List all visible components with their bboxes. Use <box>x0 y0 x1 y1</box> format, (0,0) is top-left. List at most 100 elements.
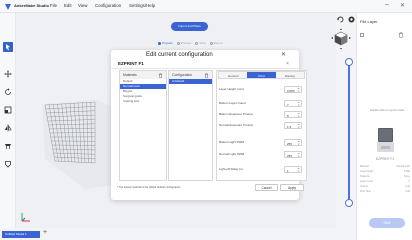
step-label: Preview <box>180 41 192 45</box>
parameter-spinbox[interactable]: 255 ▲ ▼ <box>284 139 302 146</box>
minimize-icon[interactable]: – <box>385 1 389 8</box>
spin-arrows-icon[interactable]: ▲ ▼ <box>298 152 300 158</box>
delete-configuration-icon[interactable] <box>204 72 209 78</box>
materials-items: Default Normal resin Binghe Surgical guide C… <box>120 79 166 104</box>
layer-slider-bottom-handle[interactable] <box>345 199 353 207</box>
step-dot-icon <box>195 41 199 45</box>
layer-slider-top-handle[interactable] <box>345 58 353 66</box>
parameter-value: 1 <box>287 168 289 173</box>
info-value: 0:00 <box>405 190 410 193</box>
spin-arrows-icon[interactable]: ▲ ▼ <box>298 123 300 129</box>
dialog-close-icon[interactable]: ✕ <box>281 51 286 58</box>
rotate-tool-icon[interactable] <box>4 88 12 96</box>
delete-material-icon[interactable] <box>158 72 163 78</box>
dialog-title: Edit current configuration <box>146 52 213 58</box>
parameter-label: Normal Exposure Time(s) <box>219 123 254 127</box>
step-item[interactable]: Preview <box>176 40 192 46</box>
parameter-row: Normal Light PWM 255 ▲ ▼ <box>219 151 302 159</box>
step-dot-icon <box>209 41 213 45</box>
step-label: Export <box>213 41 223 45</box>
configuration-header-label: Configuration <box>172 73 193 77</box>
add-tab-button[interactable]: + <box>43 229 47 236</box>
materials-header: Materials <box>120 71 166 79</box>
import-and-place-button[interactable]: Import and Place <box>171 22 208 31</box>
cancel-button[interactable]: Cancel <box>255 184 278 191</box>
menu-view[interactable]: View <box>78 3 87 8</box>
hollow-tool-icon[interactable] <box>4 160 12 168</box>
parameter-label: Bottom Layer Count <box>219 101 246 105</box>
material-item[interactable]: Casting wax <box>120 99 166 104</box>
tab-raising[interactable]: Raising <box>275 72 304 78</box>
file-tab[interactable]: Untitled Model 1 <box>2 231 40 238</box>
parameter-row: Layer Height (mm) 0.050 ▲ ▼ <box>219 86 302 94</box>
undo-view-icon[interactable] <box>336 15 345 24</box>
parameter-value: 1.5 <box>287 124 292 129</box>
parameter-spinbox[interactable]: 8 ▲ ▼ <box>284 111 302 118</box>
menu-edit[interactable]: Edit <box>64 3 72 8</box>
navigation-cube-icon[interactable] <box>330 28 352 50</box>
step-item[interactable]: Prepare <box>158 40 173 46</box>
move-tool-icon[interactable] <box>4 70 12 78</box>
parameter-value: 7 <box>287 102 289 107</box>
inner-close-icon[interactable]: × <box>286 61 289 67</box>
app-logo-icon <box>5 4 11 10</box>
apply-button[interactable]: Apply <box>280 184 304 191</box>
parameter-spinbox[interactable]: 1 ▲ ▼ <box>284 166 302 173</box>
materials-header-label: Materials <box>123 73 137 77</box>
delete-icon[interactable] <box>398 32 404 38</box>
empty-list-hint: Double-click to import model <box>370 109 404 112</box>
parameter-row: Light-off Delay (s) 1 ▲ ▼ <box>219 166 302 174</box>
dialog-printer-name: EZPRINT F1 <box>118 61 144 66</box>
spin-arrows-icon[interactable]: ▲ ▼ <box>298 167 300 173</box>
axis-gizmo-icon <box>21 213 30 222</box>
spin-arrows-icon[interactable]: ▲ ▼ <box>298 140 300 146</box>
printer-name: EZPRINT F1 <box>376 157 395 161</box>
menu-bar <box>0 0 412 13</box>
slice-button[interactable]: Slice <box>369 218 405 228</box>
parameter-label: Bottom Light PWM <box>219 140 245 144</box>
app-name: AnkerMake Studio <box>14 3 49 8</box>
parameter-value: 255 <box>287 141 293 146</box>
scale-tool-icon[interactable] <box>4 106 12 114</box>
mirror-tool-icon[interactable] <box>4 124 12 132</box>
configuration-items: A Default <box>169 79 212 84</box>
parameter-tabs: General Print Raising <box>218 71 305 79</box>
parameter-value: 8 <box>287 113 289 118</box>
file-tab-bar <box>0 228 336 240</box>
configuration-header: Configuration <box>169 71 212 79</box>
menu-file[interactable]: File <box>50 3 57 8</box>
printer-image <box>377 128 394 152</box>
configuration-item[interactable]: A Default <box>169 79 212 84</box>
info-label: Print Time <box>360 190 371 193</box>
parameter-value: 0.050 <box>287 88 295 93</box>
parameter-label: Light-off Delay (s) <box>219 167 243 171</box>
layer-slider-track[interactable] <box>348 63 350 203</box>
close-window-icon[interactable]: ✕ <box>400 2 405 9</box>
parameter-row: Bottom Light PWM 255 ▲ ▼ <box>219 139 302 147</box>
support-tool-icon[interactable] <box>4 142 12 150</box>
print-info: Material Normal resin Layer Height 0.050 Sup… <box>360 165 410 195</box>
tab-general[interactable]: General <box>219 72 248 78</box>
step-label: Prepare <box>162 41 173 45</box>
panel-title: File Layer <box>360 19 378 24</box>
tab-print[interactable]: Print <box>247 72 276 78</box>
menu-configuration[interactable]: Configuration <box>95 3 121 8</box>
camera-view-icon[interactable] <box>347 15 356 24</box>
spin-arrows-icon[interactable]: ▲ ▼ <box>298 112 300 118</box>
configuration-list: Configuration A Default <box>168 70 213 181</box>
step-item[interactable]: Slice <box>195 40 206 46</box>
spin-arrows-icon[interactable]: ▲ ▼ <box>298 87 300 93</box>
select-all-checkbox[interactable] <box>360 33 364 37</box>
parameter-spinbox[interactable]: 1.5 ▲ ▼ <box>284 122 302 129</box>
step-dot-icon <box>176 41 180 45</box>
spin-arrows-icon[interactable]: ▲ ▼ <box>298 101 300 107</box>
select-tool-icon[interactable] <box>3 42 13 52</box>
parameter-row: Bottom Exposure Time(s) 8 ▲ ▼ <box>219 111 302 119</box>
materials-list: Materials Default Normal resin Binghe Surgi… <box>119 70 167 181</box>
menu-settings-help[interactable]: Settings/Help <box>129 3 155 8</box>
parameter-spinbox[interactable]: 255 ▲ ▼ <box>284 151 302 158</box>
parameter-value: 255 <box>287 153 293 158</box>
parameter-spinbox[interactable]: 0.050 ▲ ▼ <box>284 86 302 93</box>
step-item[interactable]: Export <box>209 40 223 46</box>
parameter-spinbox[interactable]: 7 ▲ ▼ <box>284 100 302 107</box>
